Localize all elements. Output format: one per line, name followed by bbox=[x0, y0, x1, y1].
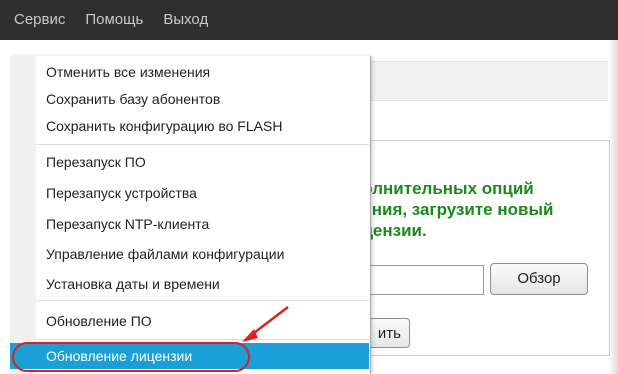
menu-item-restart-device[interactable]: Перезапуск устройства bbox=[36, 181, 369, 206]
menu-item-license-update[interactable]: Обновление лицензии bbox=[10, 343, 369, 369]
menu-separator bbox=[36, 300, 369, 301]
menu-separator bbox=[36, 339, 369, 340]
menu-item-config-files[interactable]: Управление файлами конфигурации bbox=[36, 242, 369, 267]
service-dropdown-menu: Отменить все изменения Сохранить базу аб… bbox=[10, 56, 371, 374]
menu-service[interactable]: Сервис bbox=[0, 0, 75, 40]
top-menubar: Сервис Помощь Выход bbox=[0, 0, 618, 40]
page-header-bar bbox=[370, 61, 608, 101]
browse-button[interactable]: Обзор bbox=[490, 263, 588, 295]
menu-item-software-update[interactable]: Обновление ПО bbox=[36, 309, 369, 334]
menu-help[interactable]: Помощь bbox=[75, 0, 153, 40]
menu-exit[interactable]: Выход bbox=[153, 0, 218, 40]
menu-item-restart-ntp[interactable]: Перезапуск NTP-клиента bbox=[36, 212, 369, 237]
menu-separator bbox=[36, 144, 369, 145]
menu-item-save-config-flash[interactable]: Сохранить конфигурацию во FLASH bbox=[36, 114, 369, 139]
menu-item-restart-software[interactable]: Перезапуск ПО bbox=[36, 150, 369, 175]
menu-item-revert-changes[interactable]: Отменить все изменения bbox=[36, 60, 369, 85]
menu-item-date-time[interactable]: Установка даты и времени bbox=[36, 272, 369, 297]
menu-item-save-subscribers[interactable]: Сохранить базу абонентов bbox=[36, 87, 369, 112]
menu-gutter bbox=[10, 56, 36, 374]
